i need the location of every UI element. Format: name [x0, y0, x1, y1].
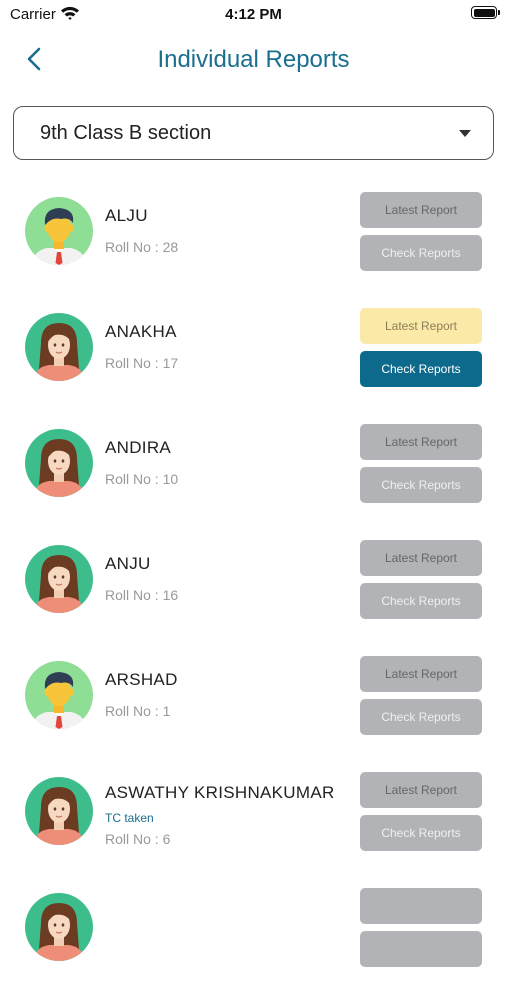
student-roll-number: Roll No : 1 — [105, 703, 171, 719]
battery-icon — [471, 6, 500, 19]
student-roll-number: Roll No : 28 — [105, 239, 179, 255]
student-row: ALJU Roll No : 28 Latest Report Check Repor… — [0, 177, 507, 293]
student-row — [0, 873, 507, 989]
student-roll-number: Roll No : 17 — [105, 355, 179, 371]
student-avatar-girl — [25, 313, 93, 381]
caret-down-icon — [459, 130, 471, 137]
check-reports-button[interactable]: Check Reports — [360, 699, 482, 735]
latest-report-button[interactable] — [360, 888, 482, 924]
student-avatar-boy — [25, 197, 93, 265]
check-reports-button[interactable]: Check Reports — [360, 351, 482, 387]
check-reports-button[interactable]: Check Reports — [360, 583, 482, 619]
student-row: ANDIRA Roll No : 10 Latest Report Check Rep… — [0, 409, 507, 525]
latest-report-button[interactable]: Latest Report — [360, 772, 482, 808]
student-row: ASWATHY KRISHNAKUMAR TC taken Roll No : 6 L… — [0, 757, 507, 873]
student-avatar-girl — [25, 777, 93, 845]
student-row: ARSHAD Roll No : 1 Latest Report Check Repo… — [0, 641, 507, 757]
latest-report-button[interactable]: Latest Report — [360, 192, 482, 228]
student-name: ANJU — [105, 554, 151, 573]
student-tc-tag: TC taken — [105, 811, 154, 825]
student-roll-number: Roll No : 10 — [105, 471, 179, 487]
latest-report-button[interactable]: Latest Report — [360, 540, 482, 576]
latest-report-button[interactable]: Latest Report — [360, 424, 482, 460]
student-row: ANJU Roll No : 16 Latest Report Check Repor… — [0, 525, 507, 641]
student-row: ANAKHA Roll No : 17 Latest Report Check Rep… — [0, 293, 507, 409]
student-avatar-girl — [25, 429, 93, 497]
check-reports-button[interactable]: Check Reports — [360, 815, 482, 851]
student-name: ANAKHA — [105, 322, 177, 341]
status-time: 4:12 PM — [225, 6, 282, 23]
latest-report-button[interactable]: Latest Report — [360, 656, 482, 692]
student-avatar-boy — [25, 661, 93, 729]
student-name: ASWATHY KRISHNAKUMAR — [105, 783, 335, 802]
class-section-dropdown[interactable]: 9th Class B section — [13, 106, 494, 160]
page-title: Individual Reports — [157, 46, 350, 73]
student-avatar-girl — [25, 545, 93, 613]
check-reports-button[interactable] — [360, 931, 482, 967]
class-section-value: 9th Class B section — [40, 122, 212, 144]
status-bar: Carrier 4:12 PM — [0, 0, 507, 28]
student-avatar-girl — [25, 893, 93, 961]
check-reports-button[interactable]: Check Reports — [360, 235, 482, 271]
student-name: ALJU — [105, 206, 148, 225]
student-name: ARSHAD — [105, 670, 178, 689]
student-roll-number: Roll No : 16 — [105, 587, 179, 603]
student-roll-number: Roll No : 6 — [105, 831, 171, 847]
check-reports-button[interactable]: Check Reports — [360, 467, 482, 503]
student-name: ANDIRA — [105, 438, 172, 457]
student-list: ALJU Roll No : 28 Latest Report Check Repor… — [0, 177, 507, 989]
navigation-bar: Individual Reports — [0, 36, 507, 84]
latest-report-button[interactable]: Latest Report — [360, 308, 482, 344]
